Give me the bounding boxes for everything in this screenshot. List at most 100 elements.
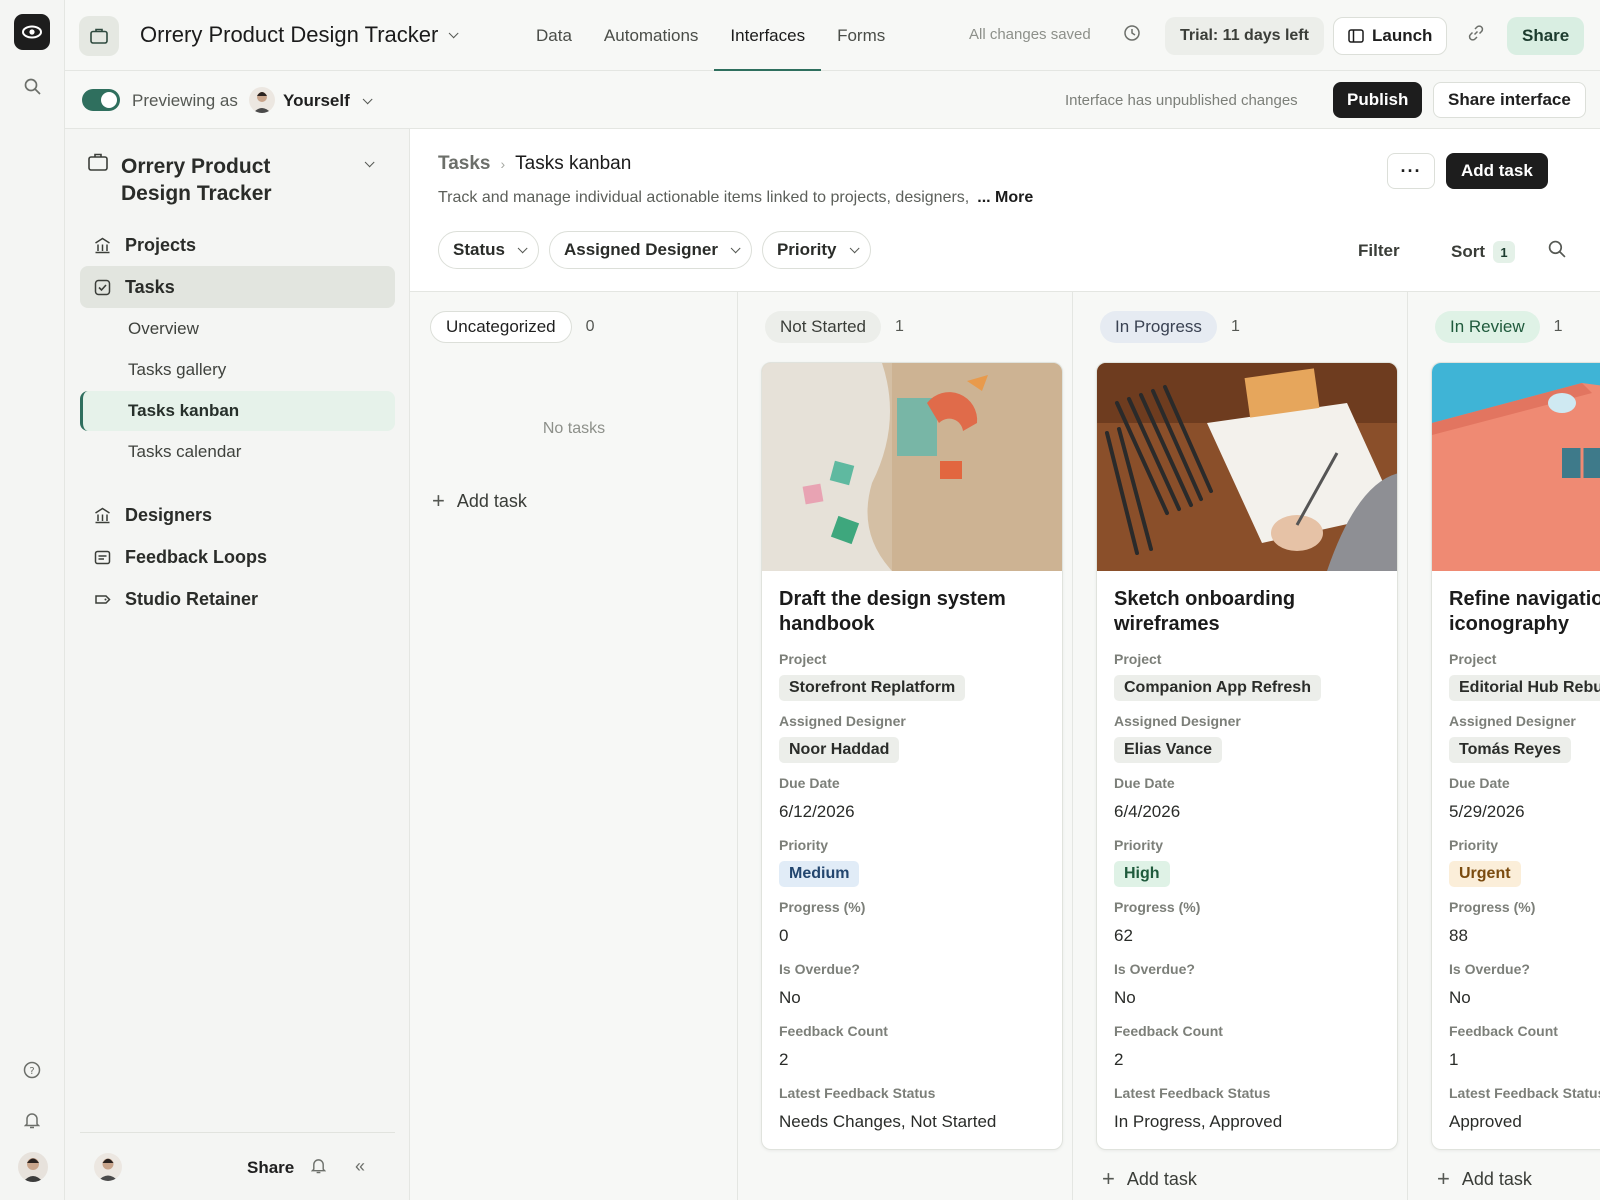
sidebar-item-label: Feedback Loops bbox=[125, 546, 268, 567]
sidebar-title: Orrery Product Design Tracker bbox=[121, 155, 272, 205]
sidebar-subitem-tasks-kanban[interactable]: Tasks kanban bbox=[80, 391, 395, 431]
share-interface-button[interactable]: Share interface bbox=[1433, 82, 1586, 118]
field-label-progress: Progress (%) bbox=[1449, 899, 1536, 915]
plus-icon: + bbox=[1102, 1166, 1115, 1191]
base-title[interactable]: Orrery Product Design Tracker bbox=[140, 22, 459, 48]
designer-tag[interactable]: Noor Haddad bbox=[779, 737, 900, 763]
launch-button[interactable]: Launch bbox=[1333, 17, 1448, 55]
collapse-sidebar-icon[interactable]: « bbox=[355, 1156, 365, 1177]
column-count: 1 bbox=[1230, 318, 1240, 335]
project-tag[interactable]: Editorial Hub Rebuild bbox=[1449, 675, 1600, 701]
field-label-designer: Assigned Designer bbox=[1449, 713, 1576, 729]
assigned-designer-filter-label: Assigned Designer bbox=[563, 240, 718, 259]
overdue-value: No bbox=[779, 988, 801, 1007]
column-label: Uncategorized bbox=[430, 311, 572, 343]
sidebar-subitem-tasks-gallery[interactable]: Tasks gallery bbox=[80, 350, 395, 390]
app-logo-icon[interactable] bbox=[14, 14, 50, 50]
field-label-progress: Progress (%) bbox=[1114, 899, 1201, 915]
column-header: In Progress 1 bbox=[1100, 311, 1240, 343]
user-avatar[interactable] bbox=[94, 1153, 122, 1181]
preview-user-select[interactable]: Yourself bbox=[283, 91, 373, 111]
add-task-button[interactable]: Add task bbox=[1446, 153, 1548, 189]
field-label-due-date: Due Date bbox=[1449, 775, 1510, 791]
task-card[interactable]: Sketch onboarding wireframes Project Com… bbox=[1096, 362, 1398, 1150]
chevron-down-icon[interactable] bbox=[364, 155, 375, 172]
chevron-right-icon: › bbox=[500, 156, 506, 172]
column-add-task-button[interactable]: + Add task bbox=[432, 488, 527, 514]
column-add-task-button[interactable]: + Add task bbox=[1437, 1166, 1532, 1192]
due-date-value: 5/29/2026 bbox=[1449, 802, 1525, 821]
search-icon[interactable] bbox=[20, 74, 44, 98]
card-cover-image bbox=[1097, 363, 1397, 571]
column-add-task-button[interactable]: + Add task bbox=[1102, 1166, 1197, 1192]
base-icon[interactable] bbox=[79, 16, 119, 56]
designer-tag[interactable]: Elias Vance bbox=[1114, 737, 1223, 763]
tab-forms[interactable]: Forms bbox=[821, 0, 901, 71]
priority-filter-label: Priority bbox=[776, 240, 837, 259]
tab-interfaces[interactable]: Interfaces bbox=[714, 0, 821, 71]
feedback-count-value: 1 bbox=[1449, 1050, 1459, 1069]
bell-icon[interactable] bbox=[20, 1108, 44, 1132]
top-bar: Orrery Product Design Tracker Data Autom… bbox=[65, 0, 1600, 71]
previewing-label: Previewing as bbox=[132, 91, 238, 110]
priority-tag: High bbox=[1114, 861, 1170, 887]
history-icon[interactable] bbox=[1123, 24, 1141, 46]
sidebar-item-designers[interactable]: Designers bbox=[80, 494, 395, 536]
field-label-feedback-status: Latest Feedback Status bbox=[779, 1085, 936, 1101]
sidebar-subitem-tasks-calendar[interactable]: Tasks calendar bbox=[80, 432, 395, 472]
preview-toggle[interactable] bbox=[82, 89, 120, 111]
due-date-value: 6/4/2026 bbox=[1114, 802, 1181, 821]
base-icon bbox=[88, 153, 108, 175]
chevron-down-icon bbox=[362, 93, 373, 104]
sidebar-item-feedback-loops[interactable]: Feedback Loops bbox=[80, 536, 395, 578]
tab-automations[interactable]: Automations bbox=[588, 0, 715, 71]
more-options-button[interactable]: ··· bbox=[1387, 153, 1435, 189]
field-label-priority: Priority bbox=[779, 837, 829, 853]
progress-value: 88 bbox=[1449, 926, 1468, 945]
kanban-board: Uncategorized 0 No tasks + Add task Not … bbox=[410, 291, 1600, 1200]
due-date-value: 6/12/2026 bbox=[779, 802, 855, 821]
field-label-progress: Progress (%) bbox=[779, 899, 866, 915]
sort-count-badge: 1 bbox=[1493, 241, 1515, 263]
designer-tag[interactable]: Tomás Reyes bbox=[1449, 737, 1571, 763]
sidebar: Orrery Product Design Tracker Projects T… bbox=[65, 129, 410, 1200]
sidebar-item-studio-retainer[interactable]: Studio Retainer bbox=[80, 578, 395, 620]
breadcrumb-tasks[interactable]: Tasks bbox=[438, 153, 490, 175]
tab-data[interactable]: Data bbox=[520, 0, 588, 71]
sidebar-item-tasks[interactable]: Tasks bbox=[80, 266, 395, 308]
unpublished-notice: Interface has unpublished changes bbox=[1065, 92, 1298, 109]
field-label-overdue: Is Overdue? bbox=[1114, 961, 1195, 977]
launch-label: Launch bbox=[1372, 26, 1433, 45]
sidebar-share-button[interactable]: Share bbox=[247, 1158, 294, 1178]
sidebar-subitem-overview[interactable]: Overview bbox=[80, 309, 395, 349]
trial-badge[interactable]: Trial: 11 days left bbox=[1165, 17, 1324, 55]
task-card[interactable]: Draft the design system handbook Project… bbox=[761, 362, 1063, 1150]
column-header: In Review 1 bbox=[1435, 311, 1563, 343]
status-filter[interactable]: Status bbox=[438, 231, 539, 269]
overdue-value: No bbox=[1114, 988, 1136, 1007]
link-icon[interactable] bbox=[1467, 24, 1485, 46]
task-card[interactable]: Refine navigation iconography Project Ed… bbox=[1431, 362, 1600, 1150]
sort-button[interactable]: Sort 1 bbox=[1451, 241, 1515, 263]
add-task-label: Add task bbox=[456, 490, 527, 511]
column-label: In Progress bbox=[1100, 311, 1217, 343]
column-header: Uncategorized 0 bbox=[430, 311, 595, 343]
project-tag[interactable]: Companion App Refresh bbox=[1114, 675, 1321, 701]
publish-button[interactable]: Publish bbox=[1333, 82, 1423, 118]
priority-tag: Urgent bbox=[1449, 861, 1521, 887]
status-filter-label: Status bbox=[453, 240, 505, 259]
card-title: Sketch onboarding wireframes bbox=[1114, 588, 1296, 635]
help-icon[interactable]: ? bbox=[20, 1058, 44, 1082]
bell-icon[interactable] bbox=[310, 1157, 327, 1178]
more-link[interactable]: ... More bbox=[977, 189, 1033, 207]
project-tag[interactable]: Storefront Replatform bbox=[779, 675, 966, 701]
share-button[interactable]: Share bbox=[1507, 17, 1585, 55]
field-label-priority: Priority bbox=[1449, 837, 1499, 853]
sidebar-item-projects[interactable]: Projects bbox=[80, 224, 395, 266]
assigned-designer-filter[interactable]: Assigned Designer bbox=[548, 231, 752, 269]
user-avatar[interactable] bbox=[18, 1152, 48, 1182]
filter-button[interactable]: Filter bbox=[1358, 241, 1400, 261]
priority-filter[interactable]: Priority bbox=[761, 231, 871, 269]
search-icon[interactable] bbox=[1548, 240, 1566, 262]
empty-state: No tasks bbox=[542, 420, 606, 437]
